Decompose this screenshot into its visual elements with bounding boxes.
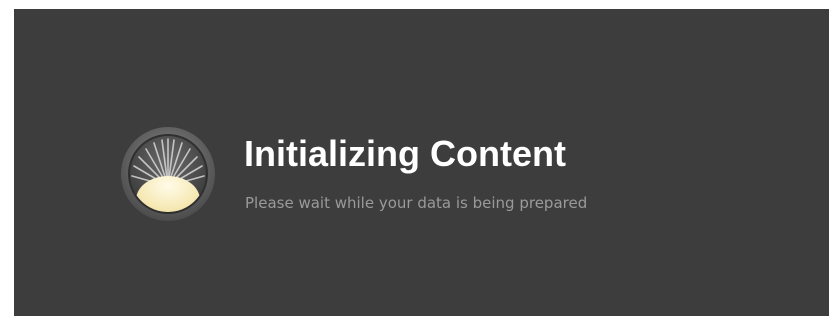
loading-subtitle: Please wait while your data is being pre…: [245, 194, 588, 212]
sunrise-icon: [120, 126, 216, 222]
loading-title: Initializing Content: [244, 133, 566, 174]
